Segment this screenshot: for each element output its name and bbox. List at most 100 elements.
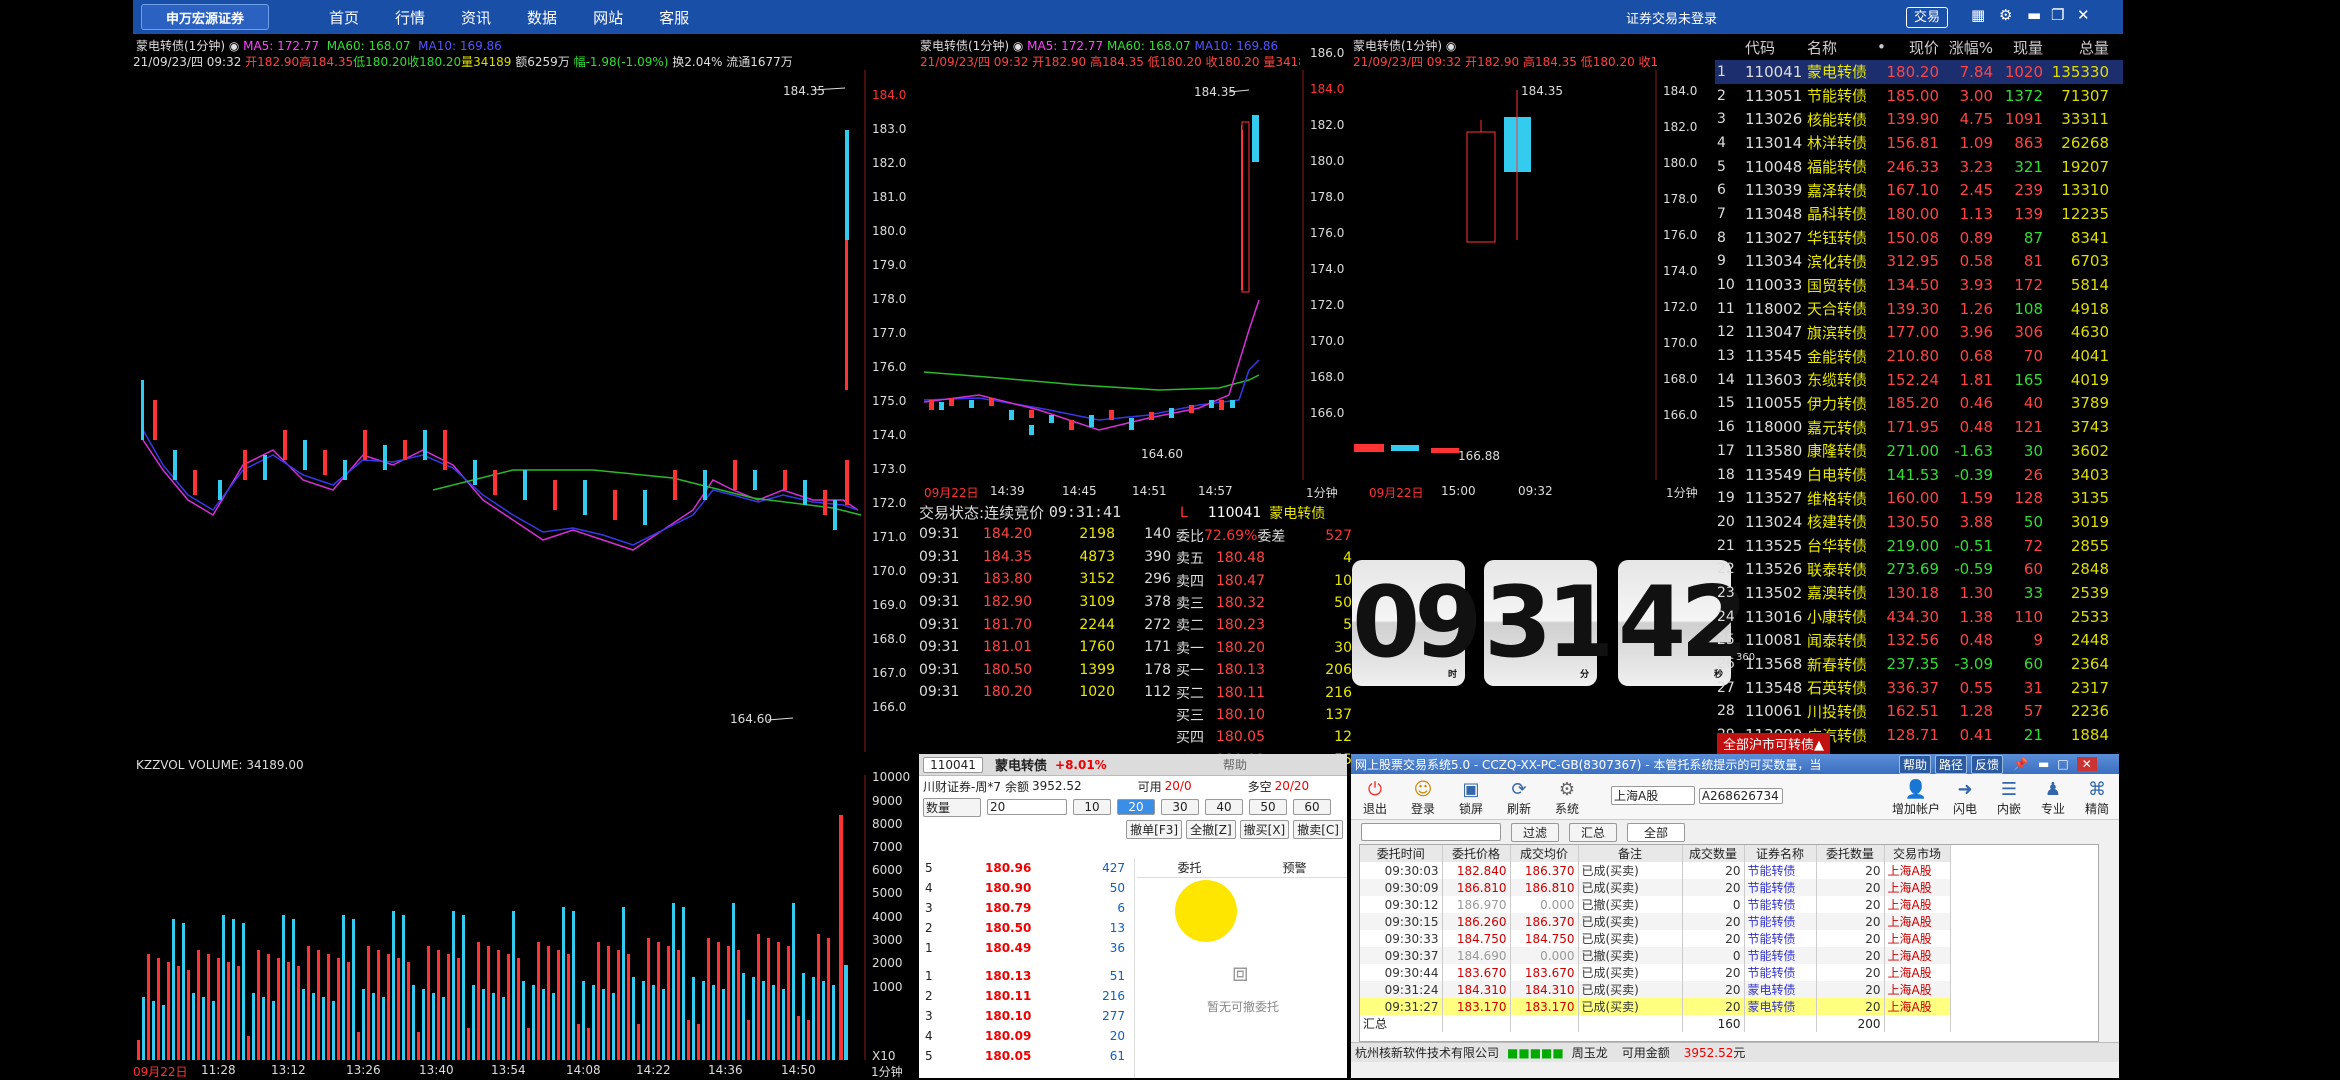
- qty-40-button[interactable]: 40: [1205, 799, 1243, 815]
- menu-service[interactable]: 客服: [659, 7, 689, 28]
- minimize-icon[interactable]: ▬: [2038, 757, 2049, 771]
- cancel-order-button[interactable]: 撤单[F3]: [1126, 819, 1183, 839]
- depth-row[interactable]: 3 180.10 277: [919, 1006, 1134, 1026]
- qty-20-button[interactable]: 20: [1117, 799, 1155, 815]
- list-item[interactable]: 8 113027 华钰转债 150.08 0.89 87 8341: [1715, 226, 2123, 250]
- summary-button[interactable]: 汇总: [1569, 822, 1617, 842]
- help-link[interactable]: 帮助: [1223, 756, 1247, 773]
- menu-data[interactable]: 数据: [527, 7, 557, 28]
- list-item[interactable]: 5 110048 福能转债 246.33 3.23 321 19207: [1715, 155, 2123, 179]
- flash-button[interactable]: ➜ 闪电: [1943, 779, 1987, 817]
- main-candle-chart[interactable]: 184.35 164.60: [133, 70, 866, 752]
- table-row[interactable]: 09:30:03 182.840 186.370 已成(买卖) 20 节能转债 20 上海A股: [1360, 862, 1951, 879]
- list-item[interactable]: 2 113051 节能转债 185.00 3.00 1372 71307: [1715, 84, 2123, 108]
- list-item[interactable]: 16 118000 嘉元转债 171.95 0.48 121 3743: [1715, 415, 2123, 439]
- code-select[interactable]: 110041: [923, 756, 983, 773]
- list-item[interactable]: 17 113580 康隆转债 271.00 -1.63 30 3602: [1715, 439, 2123, 463]
- list-item[interactable]: 9 113034 滨化转债 312.95 0.58 81 6703: [1715, 250, 2123, 274]
- restore-icon[interactable]: ❐: [2051, 6, 2064, 24]
- gear-icon[interactable]: ⚙: [1999, 6, 2012, 24]
- list-item[interactable]: 1 110041 蒙电转债 180.20 7.84 1020 135330: [1715, 60, 2123, 84]
- pro-button[interactable]: ♟ 专业: [2031, 779, 2075, 817]
- list-item[interactable]: 24 113016 小康转债 434.30 1.38 110 2533: [1715, 605, 2123, 629]
- list-item[interactable]: 21 113525 台华转债 219.00 -0.51 72 2855: [1715, 534, 2123, 558]
- system-button[interactable]: ⚙ 系统: [1543, 779, 1591, 817]
- column-header[interactable]: 成交数量: [1682, 845, 1745, 862]
- column-header[interactable]: 备注: [1578, 845, 1683, 862]
- qty-input[interactable]: 20: [987, 799, 1067, 815]
- list-item[interactable]: 13 113545 金能转债 210.80 0.68 70 4041: [1715, 344, 2123, 368]
- column-header[interactable]: 证券名称: [1744, 845, 1817, 862]
- close-icon[interactable]: ✕: [2077, 6, 2090, 24]
- list-item[interactable]: 26 113568 新春转债 237.35 -3.09 60 2364: [1715, 652, 2123, 676]
- login-button[interactable]: ☺ 登录: [1399, 779, 1447, 817]
- refresh-button[interactable]: ⟳ 刷新: [1495, 779, 1543, 817]
- tab-alerts[interactable]: 预警: [1242, 859, 1347, 876]
- lock-button[interactable]: ▣ 锁屏: [1447, 779, 1495, 817]
- menu-website[interactable]: 网站: [593, 7, 623, 28]
- depth-row[interactable]: 1 180.49 36: [919, 938, 1134, 958]
- account-name[interactable]: 川财证券-周*7: [923, 778, 1001, 795]
- list-item[interactable]: 19 113527 维格转债 160.00 1.59 128 3135: [1715, 486, 2123, 510]
- depth-row[interactable]: 4 180.90 50: [919, 878, 1134, 898]
- list-item[interactable]: 18 113549 白电转债 141.53 -0.39 26 3403: [1715, 463, 2123, 487]
- cancel-sell-button[interactable]: 撤卖[C]: [1293, 819, 1343, 839]
- bond-quote-list[interactable]: 代码 名称 • 现价 涨幅% 现量 总量 1 110041 蒙电转债 180.20 7.…: [1715, 34, 2123, 754]
- list-item[interactable]: 7 113048 晶科转债 180.00 1.13 139 12235: [1715, 202, 2123, 226]
- table-row[interactable]: 09:30:12 186.970 0.000 已撤(买卖) 0 节能转债 20 上海A股: [1360, 896, 1951, 913]
- pin-icon[interactable]: 📌: [2013, 757, 2028, 771]
- exit-button[interactable]: ⏻ 退出: [1351, 779, 1399, 817]
- menu-home[interactable]: 首页: [329, 7, 359, 28]
- table-row[interactable]: 09:30:44 183.670 183.670 已成(买卖) 20 节能转债 20 上海A股: [1360, 964, 1951, 981]
- list-item[interactable]: 22 113526 联泰转债 273.69 -0.59 60 2848: [1715, 557, 2123, 581]
- column-header[interactable]: 成交均价: [1510, 845, 1579, 862]
- minimize-icon[interactable]: ▬: [2027, 6, 2041, 24]
- list-item[interactable]: 14 113603 东缆转债 152.24 1.81 165 4019: [1715, 368, 2123, 392]
- list-item[interactable]: 25 110081 闻泰转债 132.56 0.48 9 2448: [1715, 629, 2123, 653]
- list-item[interactable]: 15 110055 伊力转债 185.20 0.46 40 3789: [1715, 392, 2123, 416]
- depth-row[interactable]: 2 180.50 13: [919, 918, 1134, 938]
- qty-30-button[interactable]: 30: [1161, 799, 1199, 815]
- qty-50-button[interactable]: 50: [1249, 799, 1287, 815]
- table-row[interactable]: 09:31:24 184.310 184.310 已成(买卖) 20 蒙电转债 20 上海A股: [1360, 981, 1951, 998]
- feedback-button[interactable]: 反馈: [1971, 754, 2004, 774]
- list-item[interactable]: 3 113026 核能转债 139.90 4.75 1091 33311: [1715, 107, 2123, 131]
- embed-button[interactable]: ☰ 内嵌: [1987, 779, 2031, 817]
- filter-button[interactable]: 过滤: [1511, 822, 1559, 842]
- qty-type-select[interactable]: 数量: [923, 797, 981, 817]
- add-account-button[interactable]: 👤 增加帐户: [1889, 779, 1943, 817]
- cancel-all-button[interactable]: 全撤[Z]: [1186, 819, 1236, 839]
- depth-row[interactable]: 2 180.11 216: [919, 986, 1134, 1006]
- list-item[interactable]: 11 118002 天合转债 139.30 1.26 108 4918: [1715, 297, 2123, 321]
- menu-news[interactable]: 资讯: [461, 7, 491, 28]
- depth-row[interactable]: 4 180.09 20: [919, 1026, 1134, 1046]
- status-select[interactable]: 全部: [1627, 822, 1685, 842]
- close-icon[interactable]: ✕: [2076, 757, 2097, 771]
- list-item[interactable]: 4 113014 林洋转债 156.81 1.09 863 26268: [1715, 131, 2123, 155]
- list-item[interactable]: 6 113039 嘉泽转债 167.10 2.45 239 13310: [1715, 178, 2123, 202]
- qty-60-button[interactable]: 60: [1293, 799, 1331, 815]
- table-row[interactable]: 09:30:37 184.690 0.000 已撤(买卖) 0 节能转债 20 上海A股: [1360, 947, 1951, 964]
- depth-row[interactable]: 1 180.13 51: [919, 966, 1134, 986]
- list-item[interactable]: 23 113502 嘉澳转债 130.18 1.30 33 2539: [1715, 581, 2123, 605]
- table-row[interactable]: 09:30:09 186.810 186.810 已成(买卖) 20 节能转债 20 上海A股: [1360, 879, 1951, 896]
- stock-filter-select[interactable]: [1361, 823, 1501, 841]
- column-header[interactable]: 委托数量: [1816, 845, 1885, 862]
- help-button[interactable]: 帮助: [1899, 754, 1932, 774]
- list-item[interactable]: 12 113047 旗滨转债 177.00 3.96 306 4630: [1715, 321, 2123, 345]
- right-candle-chart[interactable]: 184.35 166.88: [1351, 70, 1657, 480]
- cancel-buy-button[interactable]: 撤买[X]: [1239, 819, 1290, 839]
- list-item[interactable]: 10 110033 国贸转债 134.50 3.93 172 5814: [1715, 273, 2123, 297]
- market-select[interactable]: 上海A股: [1611, 786, 1695, 805]
- list-item[interactable]: 27 113548 石英转债 336.37 0.55 31 2317: [1715, 676, 2123, 700]
- table-row[interactable]: 09:30:15 186.260 186.370 已成(买卖) 20 节能转债 20 上海A股: [1360, 913, 1951, 930]
- depth-row[interactable]: 5 180.96 427: [919, 858, 1134, 878]
- orders-table[interactable]: 委托时间 委托价格 成交均价 备注 成交数量 证券名称 委托数量 交易市场 09:30:03 1…: [1360, 845, 1951, 1032]
- qty-10-button[interactable]: 10: [1073, 799, 1111, 815]
- table-row[interactable]: 09:31:27 183.170 183.170 已成(买卖) 20 蒙电转债 20 上海A股: [1360, 998, 1951, 1015]
- depth-row[interactable]: 3 180.79 6: [919, 898, 1134, 918]
- column-header[interactable]: 交易市场: [1884, 845, 1951, 862]
- path-button[interactable]: 路径: [1935, 754, 1968, 774]
- volume-chart[interactable]: [133, 775, 866, 1060]
- grid-icon[interactable]: ▦: [1971, 6, 1985, 24]
